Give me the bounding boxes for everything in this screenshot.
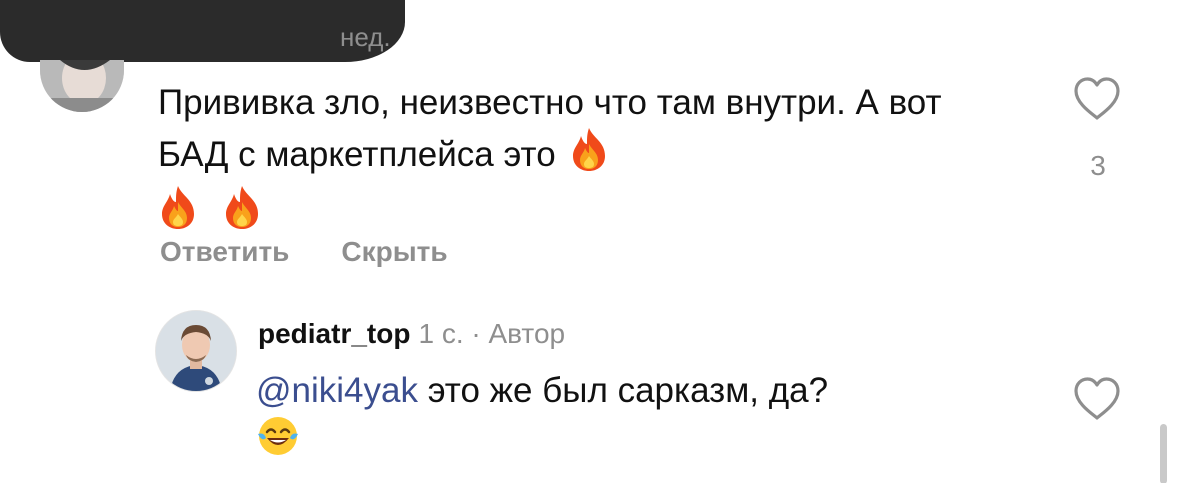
comment-actions: Ответить Скрыть	[160, 236, 448, 268]
comment-timestamp: нед.	[340, 22, 391, 52]
meta-separator: ·	[471, 318, 481, 349]
avatar[interactable]	[40, 60, 124, 112]
heart-outline-icon	[1074, 77, 1120, 120]
tears-of-joy-emoji-icon	[256, 414, 300, 470]
reply-time: 1 с.	[418, 318, 464, 349]
like-button[interactable]	[1072, 376, 1122, 422]
hide-button[interactable]: Скрыть	[341, 236, 447, 268]
scrollbar[interactable]	[1160, 424, 1167, 483]
avatar-photo	[156, 311, 236, 391]
reply-body: это же был сарказм, да?	[427, 371, 829, 410]
avatar-photo	[40, 60, 124, 112]
comment-text: Прививка зло, неизвестно что там внутри.…	[158, 80, 1018, 242]
avatar[interactable]	[155, 310, 237, 392]
reply-meta: pediatr_top 1 с. · Автор	[258, 318, 565, 350]
like-button[interactable]	[1072, 76, 1122, 122]
reply-button[interactable]: Ответить	[160, 236, 289, 268]
reply-text: @niki4yak это же был сарказм, да?	[256, 368, 1046, 470]
mention-link[interactable]: @niki4yak	[256, 371, 418, 410]
reply-username[interactable]: pediatr_top	[258, 318, 410, 349]
fire-emoji-icon	[158, 184, 198, 242]
author-badge: Автор	[488, 318, 566, 349]
heart-outline-icon	[1074, 377, 1120, 420]
fire-emoji-icon	[569, 126, 609, 184]
like-count: 3	[1090, 150, 1106, 181]
fire-emoji-icon	[222, 184, 262, 242]
comment-body: Прививка зло, неизвестно что там внутри.…	[158, 83, 942, 174]
